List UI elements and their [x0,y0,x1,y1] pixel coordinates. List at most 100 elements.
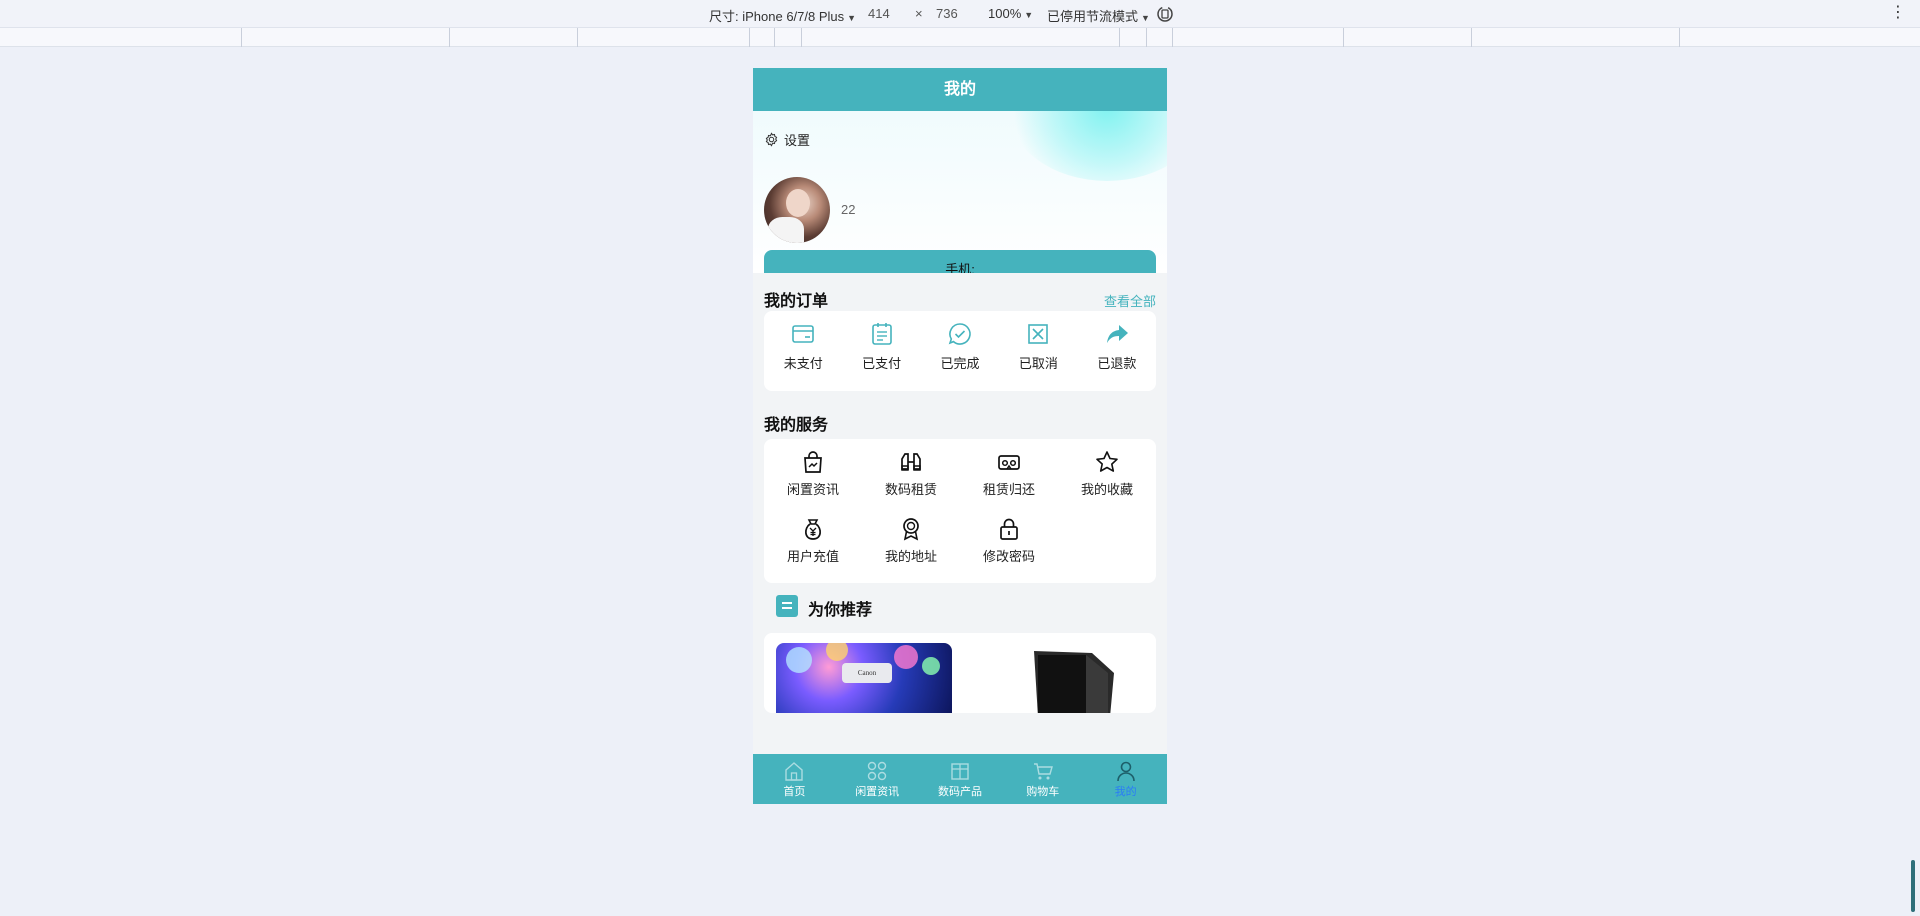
ruler-tick[interactable] [1471,28,1472,47]
more-vertical-icon[interactable]: ⋮ [1890,4,1906,24]
ruler-tick[interactable] [577,28,578,47]
ruler-tick[interactable] [241,28,242,47]
ruler-tick[interactable] [801,28,802,47]
product-image-camera[interactable]: Canon [776,643,952,713]
avatar-face [786,189,810,217]
order-cancelled[interactable]: 已取消 [999,321,1077,391]
device-label: 尺寸: iPhone 6/7/8 Plus [709,9,845,24]
ruler-tick[interactable] [1172,28,1173,47]
device-select[interactable]: 尺寸: iPhone 6/7/8 Plus ▼ [709,6,856,25]
recommend-card: Canon [764,633,1156,713]
service-rental-return[interactable]: 租赁归还 [960,449,1058,515]
services-title: 我的服务 [764,417,829,434]
order-unpaid-label: 未支付 [783,356,823,371]
ruler-tick[interactable] [1679,28,1680,47]
bokeh-light [894,645,918,669]
tab-home-label: 首页 [783,786,806,798]
phone-label: 手机: [945,262,975,273]
service-idle-news[interactable]: 闲置资讯 [764,449,862,515]
order-refunded-label: 已退款 [1097,356,1137,371]
service-favorites[interactable]: 我的收藏 [1058,449,1156,515]
box-icon [951,763,969,780]
check-chat-icon [948,323,971,345]
settings-button[interactable]: 设置 [764,130,810,149]
ruler-tick[interactable] [774,28,775,47]
user-icon [1116,761,1135,782]
avatar[interactable] [764,177,830,243]
ruler-tick[interactable] [449,28,450,47]
order-completed-label: 已完成 [940,356,980,371]
service-change-password-label: 修改密码 [982,549,1035,564]
cart-icon [1033,763,1053,780]
bokeh-light [922,657,940,675]
service-address-label: 我的地址 [884,549,937,564]
ruler-tick[interactable] [1343,28,1344,47]
service-digital-rental[interactable]: 数码租赁 [862,449,960,515]
money-bag-icon [805,519,821,540]
lock-icon [1000,518,1018,540]
devtools-device-toolbar: 尺寸: iPhone 6/7/8 Plus ▼ 414 × 736 100% ▼ 已… [0,0,1920,28]
order-cancelled-label: 已取消 [1018,356,1058,371]
cancel-box-icon [1028,324,1049,344]
service-change-password[interactable]: 修改密码 [960,516,1058,582]
tab-cart[interactable]: 购物车 [1001,754,1084,804]
order-unpaid[interactable]: 未支付 [764,321,842,391]
bottom-tab-bar: 首页 闲置资讯 数码产品 购物车 我的 [753,754,1167,804]
times-separator: × [915,6,923,21]
orders-title: 我的订单 [764,293,829,310]
product-image-tablet[interactable] [1028,647,1118,713]
zoom-select[interactable]: 100% ▼ [988,6,1033,21]
avatar-shirt [768,217,804,243]
order-refunded[interactable]: 已退款 [1078,321,1156,391]
camera-brand: Canon [842,663,892,683]
service-rental-return-label: 租赁归还 [982,482,1035,497]
tab-digital-products-label: 数码产品 [937,786,982,798]
bokeh-light [786,647,812,673]
order-completed[interactable]: 已完成 [921,321,999,391]
service-digital-rental-label: 数码租赁 [884,482,937,497]
width-input[interactable]: 414 [868,6,890,21]
service-address[interactable]: 我的地址 [862,516,960,582]
throttle-label: 已停用节流模式 [1047,9,1139,24]
tab-home[interactable]: 首页 [753,754,836,804]
bokeh-light [826,643,848,661]
zoom-label: 100% [988,6,1022,21]
card-icon [792,325,815,343]
phone-card: 手机: 13922222288 [764,250,1156,273]
rotate-icon[interactable] [1155,4,1175,24]
zoom-caret-icon: ▼ [1024,10,1034,20]
throttle-select[interactable]: 已停用节流模式 ▼ [1047,6,1150,25]
order-paid-label: 已支付 [862,356,902,371]
view-all-link[interactable]: 查看全部 [1104,291,1156,310]
order-paid[interactable]: 已支付 [842,321,920,391]
throttle-caret-icon: ▼ [1141,13,1150,23]
tab-digital-products[interactable]: 数码产品 [919,754,1002,804]
service-idle-news-label: 闲置资讯 [786,482,839,497]
media-query-ruler [0,28,1920,47]
bag-icon [804,451,822,473]
ruler-tick[interactable] [1146,28,1147,47]
list-icon [776,595,798,617]
profile-header: 设置 22 手机: 13922222288 [753,111,1167,273]
username: 22 [841,202,856,217]
gear-icon [765,132,778,147]
ruler-tick[interactable] [1119,28,1120,47]
page-scrollbar[interactable] [1911,860,1915,912]
service-recharge-label: 用户充值 [786,549,839,564]
device-viewport: 我的 设置 22 手机: 13922222288 我的订单 查看全部 未支付 已… [753,68,1167,804]
home-icon [785,762,804,781]
tab-idle-news[interactable]: 闲置资讯 [836,754,919,804]
tab-idle-news-label: 闲置资讯 [855,786,900,798]
star-icon [1096,451,1118,472]
recommend-title: 为你推荐 [808,602,873,619]
ruler-tick[interactable] [749,28,750,47]
service-recharge[interactable]: 用户充值 [764,516,862,582]
award-icon [903,518,919,541]
tab-cart-label: 购物车 [1026,786,1060,798]
services-header: 我的服务 [753,391,1167,439]
service-favorites-label: 我的收藏 [1080,482,1133,497]
settings-label: 设置 [784,133,811,148]
share-arrow-icon [1106,325,1128,343]
height-input[interactable]: 736 [936,6,958,21]
tab-mine[interactable]: 我的 [1084,754,1167,804]
